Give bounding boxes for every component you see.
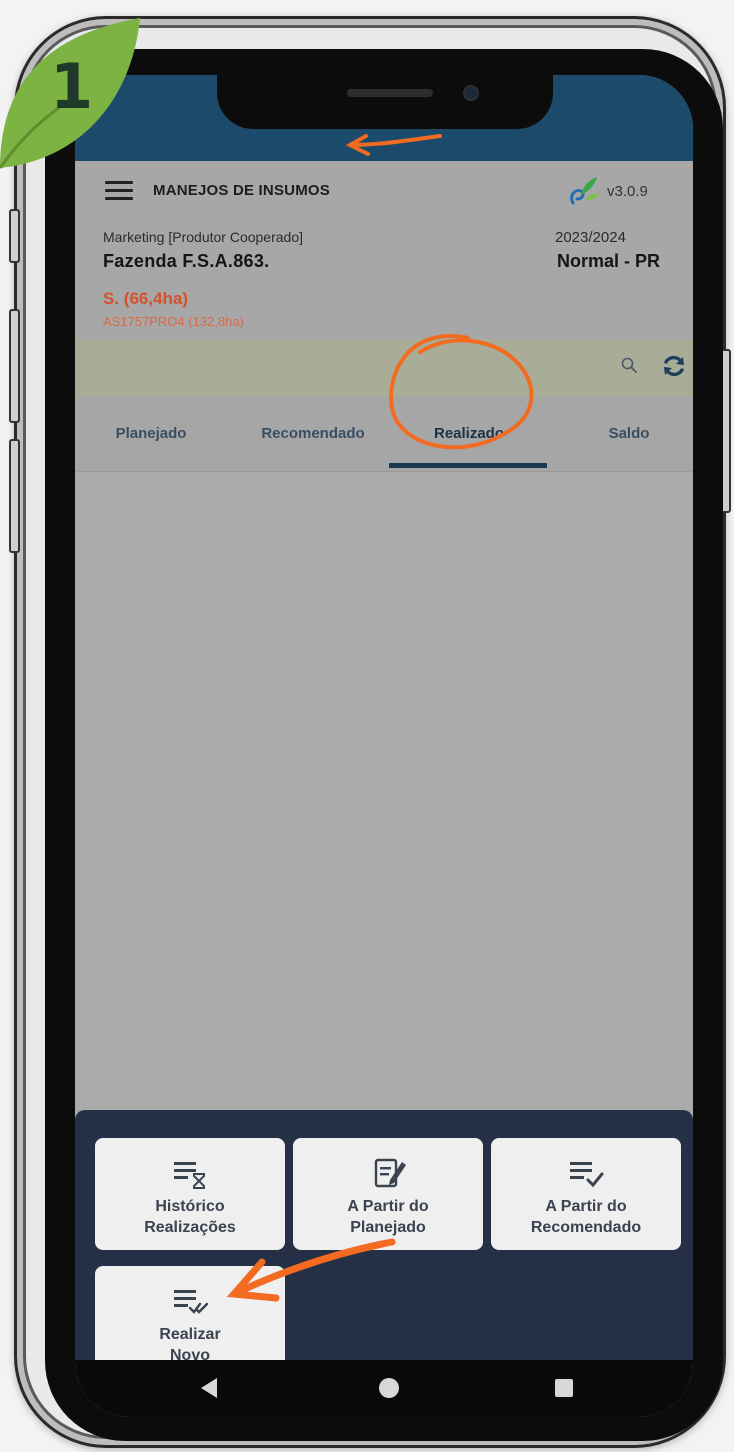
tab-recomendado[interactable]: Recomendado [235,425,391,442]
a-partir-planejado-button[interactable]: A Partir do Planejado [293,1138,483,1250]
a-partir-recomendado-button[interactable]: A Partir do Recomendado [491,1138,681,1250]
content-area [75,472,693,1110]
a-partir-planejado-label: A Partir do Planejado [347,1198,429,1236]
a-partir-recomendado-label: A Partir do Recomendado [530,1198,642,1236]
app-header: MANEJOS DE INSUMOS v3.0.9 Marketing [Pro… [75,161,693,339]
app-version: v3.0.9 [607,183,648,200]
app-leaf-logo-icon [570,177,599,205]
volume-up-button [9,309,20,423]
list-hourglass-icon [174,1162,205,1189]
speaker [347,89,433,97]
field-name[interactable]: S. (66,4ha) [103,289,188,309]
tab-saldo[interactable]: Saldo [575,425,683,442]
phone-frame: MANEJOS DE INSUMOS v3.0.9 Marketing [Pro… [9,16,731,1448]
action-sheet: Histórico Realizações A Partir do Planej… [75,1110,693,1378]
tab-realizado[interactable]: Realizado [405,425,533,442]
region: Normal - PR [557,251,661,271]
back-icon[interactable] [201,1378,217,1398]
home-icon[interactable] [379,1378,399,1398]
tab-bar: Planejado Recomendado Realizado Saldo [75,397,693,472]
search-icon[interactable] [621,357,637,373]
filter-toolbar [75,339,693,397]
front-camera [463,85,479,101]
recents-icon[interactable] [555,1379,573,1397]
list-double-check-icon [174,1290,209,1314]
tab-planejado[interactable]: Planejado [91,425,211,442]
list-check-icon [570,1162,604,1188]
hamburger-menu-icon[interactable] [105,181,133,201]
edit-document-icon [374,1158,406,1188]
farm-name: Fazenda F.S.A.863. [103,251,270,271]
mute-switch [9,209,20,263]
active-tab-indicator [389,463,547,468]
refresh-icon[interactable] [661,353,687,379]
step-number: 1 [50,50,94,123]
historico-label: Histórico Realizações [144,1198,236,1236]
volume-down-button [9,439,20,553]
phone-bezel: MANEJOS DE INSUMOS v3.0.9 Marketing [Pro… [45,49,723,1441]
notch [217,75,553,129]
user-role: Marketing [Produtor Cooperado] [103,229,303,245]
app-screen: MANEJOS DE INSUMOS v3.0.9 Marketing [Pro… [75,75,693,1417]
subfield-name: AS1757PRO4 (132,8ha) [103,314,244,329]
page-title: MANEJOS DE INSUMOS [153,182,330,199]
season: 2023/2024 [555,229,626,246]
historico-realizacoes-button[interactable]: Histórico Realizações [95,1138,285,1250]
android-nav-bar [75,1360,693,1417]
